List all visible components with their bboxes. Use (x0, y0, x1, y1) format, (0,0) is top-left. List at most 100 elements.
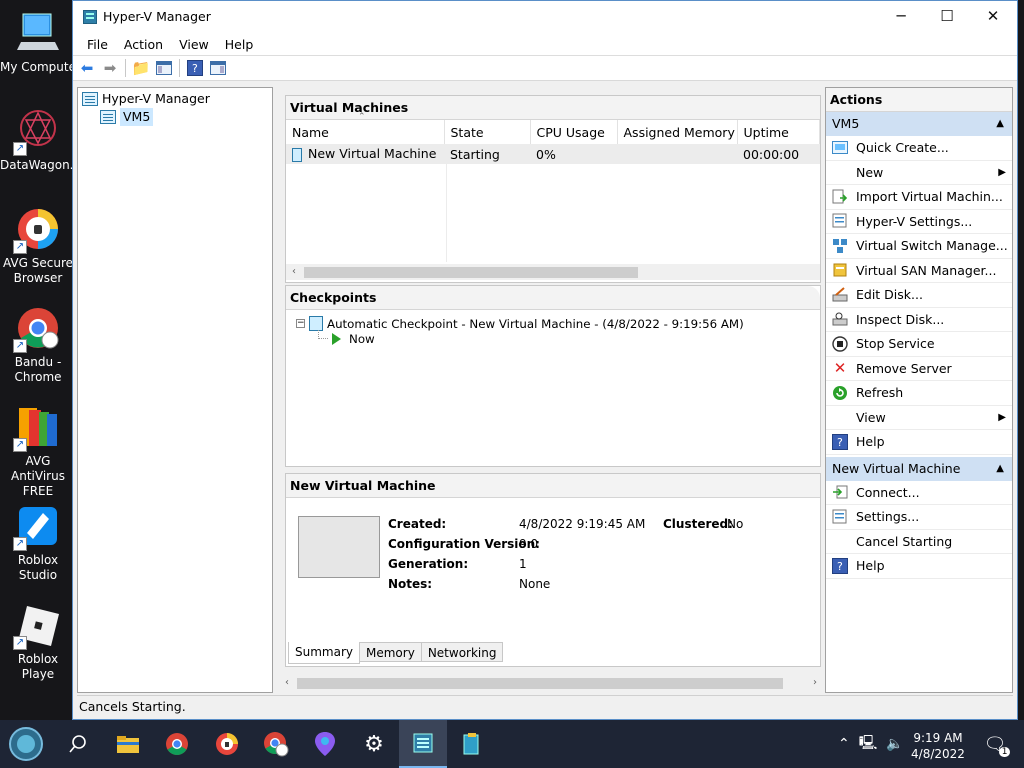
show-hide-action-pane-icon[interactable] (208, 58, 228, 78)
scroll-left-icon[interactable]: ‹ (286, 264, 302, 280)
column-header-uptime[interactable]: Uptime (737, 120, 820, 144)
desktop-icon-roblox-player[interactable]: ↗ Roblox Playe (0, 602, 76, 682)
action-hyper-v-settings[interactable]: Hyper-V Settings... (826, 210, 1012, 234)
checkpoint-label: Automatic Checkpoint - New Virtual Machi… (327, 316, 744, 331)
forward-arrow-icon[interactable]: ➡ (100, 58, 120, 78)
vm-name-cell: New Virtual Machine (286, 144, 444, 164)
scrollbar-thumb[interactable] (304, 267, 638, 278)
collapse-triangle-icon[interactable]: ▲ (996, 457, 1004, 481)
generation-value: 1 (519, 557, 527, 571)
center-horizontal-scrollbar[interactable]: ‹ › (279, 675, 823, 691)
scroll-right-icon[interactable]: › (807, 675, 823, 691)
table-row[interactable]: New Virtual Machine Starting 0% 00:00:00 (286, 144, 820, 164)
column-header-state[interactable]: State (444, 120, 531, 144)
action-label: Virtual SAN Manager... (856, 262, 997, 278)
column-header-name[interactable]: Name ⌃ (286, 112, 445, 144)
action-settings[interactable]: Settings... (826, 505, 1012, 530)
volume-icon[interactable]: 🔈 (886, 736, 903, 752)
vm-actions-list: Connect... Settings... Cancel Starting? Hel… (826, 481, 1012, 579)
title-bar[interactable]: Hyper-V Manager ─ ☐ ✕ (73, 1, 1017, 33)
checkpoint-item[interactable]: − Automatic Checkpoint - New Virtual Mac… (296, 316, 744, 331)
action-cancel-starting[interactable]: Cancel Starting (826, 530, 1012, 554)
menu-view[interactable]: View (171, 37, 217, 52)
close-button[interactable]: ✕ (970, 1, 1016, 33)
vm-horizontal-scrollbar[interactable]: ‹ (286, 264, 820, 280)
up-folder-icon[interactable]: 📁 (131, 58, 151, 78)
action-help[interactable]: ? Help (826, 430, 1012, 455)
action-label: Quick Create... (856, 140, 949, 156)
column-header-assigned-memory[interactable]: Assigned Memory (617, 120, 738, 144)
tab-memory[interactable]: Memory (360, 642, 422, 662)
desktop-icon-my-computer[interactable]: My Compute (0, 10, 76, 75)
search-icon[interactable] (54, 720, 102, 768)
action-view[interactable]: View ▶ (826, 406, 1012, 430)
settings-gear-icon[interactable]: ⚙ (350, 720, 398, 768)
scrollbar-thumb[interactable] (297, 678, 783, 689)
checkpoint-icon (309, 316, 323, 331)
tree-item-hyperv-manager[interactable]: Hyper-V Manager (82, 90, 210, 108)
help-icon[interactable]: ? (185, 58, 205, 78)
menu-help[interactable]: Help (217, 37, 262, 52)
desktop-icon-label: DataWagon... (0, 158, 82, 172)
chrome-icon[interactable] (153, 720, 201, 768)
action-edit-disk[interactable]: Edit Disk... (826, 283, 1012, 308)
checkpoints-pane: Checkpoints − Automatic Checkpoint - New… (285, 285, 821, 467)
show-hide-console-tree-icon[interactable] (154, 58, 174, 78)
file-explorer-icon[interactable] (104, 720, 152, 768)
action-label: New (856, 164, 884, 180)
desktop-icon-label: Bandu - Chrome (14, 355, 62, 384)
clock[interactable]: 9:19 AM 4/8/2022 (906, 720, 970, 768)
scroll-left-icon[interactable]: ‹ (279, 675, 295, 691)
avg-secure-browser-icon: ↗ (13, 206, 61, 254)
remove-icon: ✕ (833, 359, 847, 378)
chevron-up-icon[interactable]: ⌃ (838, 736, 850, 752)
connect-icon (832, 484, 848, 500)
action-stop-service[interactable]: Stop Service (826, 332, 1012, 357)
clustered-value: No (727, 517, 744, 531)
network-icon[interactable]: 🖳 (859, 732, 878, 756)
now-item[interactable]: Now (332, 332, 375, 346)
hyperv-manager-taskbar-icon[interactable] (399, 720, 447, 768)
generation-label: Generation: (388, 557, 469, 571)
collapse-triangle-icon[interactable]: ▲ (996, 112, 1004, 136)
start-button[interactable] (2, 720, 50, 768)
desktop-icon-bandu-chrome[interactable]: ↗ Bandu - Chrome (0, 305, 76, 385)
menu-file[interactable]: File (79, 37, 116, 52)
chrome-profile-icon[interactable] (252, 720, 300, 768)
hyperv-vm-connect-icon[interactable] (448, 720, 496, 768)
action-quick-create[interactable]: Quick Create... (826, 136, 1012, 161)
action-help[interactable]: ? Help (826, 554, 1012, 579)
hyperv-manager-icon (82, 92, 98, 106)
tab-summary[interactable]: Summary (288, 642, 360, 664)
collapse-icon[interactable]: − (296, 319, 305, 328)
tab-networking[interactable]: Networking (421, 642, 504, 662)
action-import-virtual-machin[interactable]: Import Virtual Machin... (826, 185, 1012, 210)
avg-secure-browser-icon[interactable] (203, 720, 251, 768)
desktop-icon-avg-antivirus[interactable]: ↗ AVG AntiVirus FREE (0, 404, 76, 499)
actions-group-vm5[interactable]: VM5 ▲ (826, 112, 1012, 136)
desktop-icon-label: AVG AntiVirus FREE (11, 454, 65, 498)
menu-action[interactable]: Action (116, 37, 171, 52)
desktop-icon-avg-secure-browser[interactable]: ↗ AVG Secure Browser (0, 206, 76, 286)
notification-center-button[interactable]: 🗨 1 (980, 720, 1011, 768)
vm-cpu-cell: 0% (536, 146, 556, 162)
action-refresh[interactable]: Refresh (826, 381, 1012, 406)
column-header-cpu-usage[interactable]: CPU Usage (530, 120, 618, 144)
shortcut-arrow-icon: ↗ (13, 438, 27, 452)
actions-group-new-virtual-machine[interactable]: New Virtual Machine ▲ (826, 456, 1012, 481)
action-connect[interactable]: Connect... (826, 481, 1012, 505)
maps-pin-icon[interactable] (301, 720, 349, 768)
action-label: Help (856, 434, 885, 450)
action-inspect-disk[interactable]: Inspect Disk... (826, 308, 1012, 332)
desktop-icon-datawagon[interactable]: ↗ DataWagon... (0, 108, 82, 173)
tree-item-vm5[interactable]: VM5 (100, 108, 154, 126)
shortcut-arrow-icon: ↗ (13, 142, 27, 156)
action-new[interactable]: New ▶ (826, 161, 1012, 185)
action-virtual-switch-manage[interactable]: Virtual Switch Manage... (826, 234, 1012, 259)
minimize-button[interactable]: ─ (878, 1, 924, 33)
back-arrow-icon[interactable]: ⬅ (77, 58, 97, 78)
action-virtual-san-manager[interactable]: Virtual SAN Manager... (826, 259, 1012, 283)
desktop-icon-roblox-studio[interactable]: ↗ Roblox Studio (0, 503, 76, 583)
maximize-button[interactable]: ☐ (924, 1, 970, 33)
action-remove-server[interactable]: ✕ Remove Server (826, 357, 1012, 381)
